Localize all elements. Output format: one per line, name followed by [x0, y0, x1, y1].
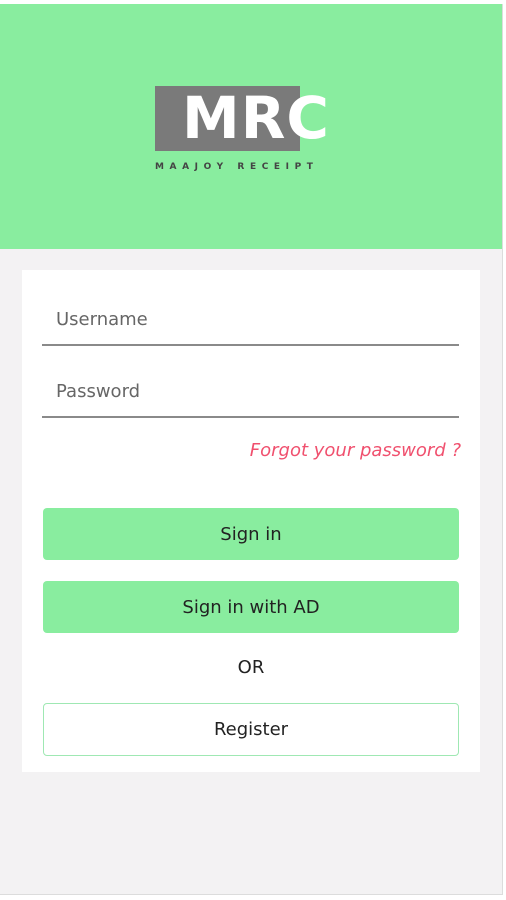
username-field	[42, 294, 459, 346]
password-field	[42, 366, 459, 418]
username-input[interactable]	[42, 294, 459, 344]
app-frame: MRC MAAJOY RECEIPT Forgot your password …	[0, 4, 503, 895]
sign-in-button[interactable]: Sign in	[43, 508, 459, 560]
forgot-password-link[interactable]: Forgot your password ?	[250, 440, 461, 461]
logo-text: MRC	[182, 84, 330, 152]
or-separator: OR	[237, 657, 265, 678]
sign-in-with-ad-button[interactable]: Sign in with AD	[43, 581, 459, 633]
logo: MRC MAAJOY RECEIPT	[155, 84, 345, 182]
register-button[interactable]: Register	[43, 703, 459, 756]
header-banner: MRC MAAJOY RECEIPT	[0, 4, 502, 249]
login-card: Forgot your password ? Sign in Sign in w…	[22, 270, 480, 772]
password-input[interactable]	[42, 366, 459, 416]
logo-subtitle: MAAJOY RECEIPT	[155, 162, 319, 172]
